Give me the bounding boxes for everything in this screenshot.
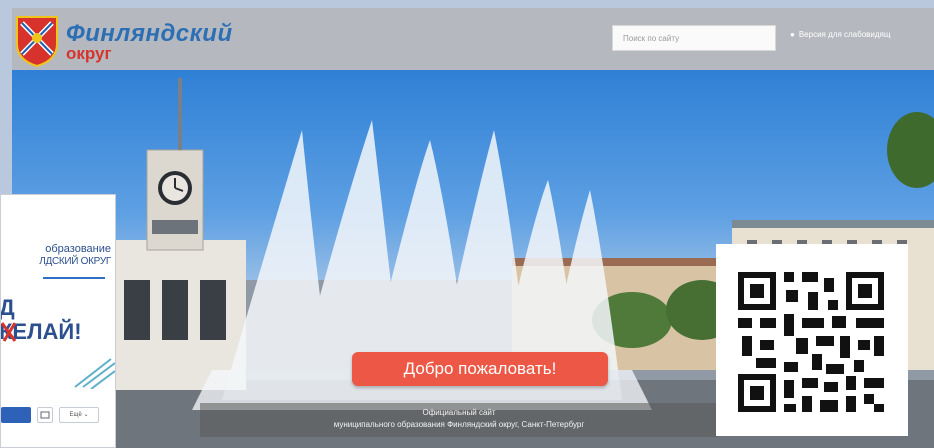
welcome-button[interactable]: Добро пожаловать! xyxy=(352,352,608,386)
railway-station-building xyxy=(116,78,246,390)
qr-code-graphic xyxy=(738,272,884,412)
mail-button[interactable] xyxy=(37,407,53,423)
search-input[interactable]: Поиск по сайту xyxy=(612,25,776,51)
eye-icon: ● xyxy=(790,30,795,39)
site-header: Финляндский округ Поиск по сайту ● Версия… xyxy=(12,8,934,70)
accessible-version-link[interactable]: ● Версия для слабовидящ xyxy=(790,30,890,39)
coat-of-arms-icon[interactable] xyxy=(14,14,60,68)
side-promo-banner[interactable]: образование ЛДСКИЙ ОКРУГ Д КЕЛАЙ! Ещё ⌄ xyxy=(0,194,116,448)
qr-code-icon[interactable] xyxy=(716,244,908,436)
site-subtitle[interactable]: округ xyxy=(66,44,112,64)
accessible-version-label: Версия для слабовидящ xyxy=(798,30,891,39)
decorative-stripes-icon xyxy=(74,358,115,389)
banner-heading-1: Д xyxy=(0,295,15,320)
mail-icon xyxy=(40,411,50,419)
banner-primary-button[interactable] xyxy=(1,407,31,423)
caption-line-official: Официальный сайт xyxy=(422,408,496,417)
banner-line-education: образование xyxy=(45,243,111,255)
more-dropdown-button[interactable]: Ещё ⌄ xyxy=(59,407,99,423)
banner-divider xyxy=(43,277,105,279)
red-check-icon xyxy=(1,322,17,342)
banner-line-district: ЛДСКИЙ ОКРУГ xyxy=(39,256,111,267)
hero-caption: Официальный сайт муниципального образова… xyxy=(200,403,718,437)
caption-line-municipality: муниципального образования Финляндский о… xyxy=(333,420,585,429)
